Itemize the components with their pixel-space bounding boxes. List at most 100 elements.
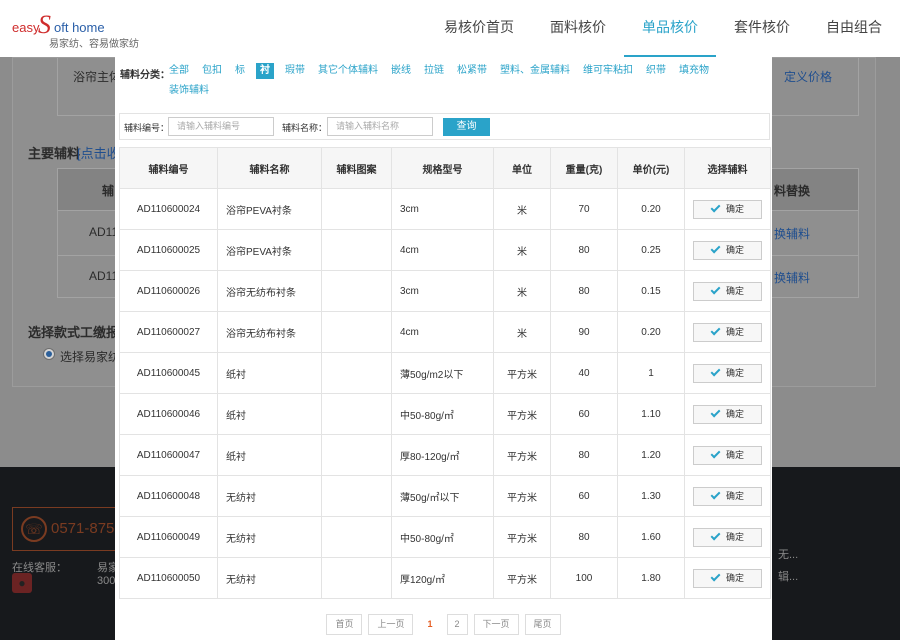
search-button[interactable]: 查询 — [443, 118, 490, 136]
cell-select: 确定 — [684, 270, 771, 312]
category-zipper[interactable]: 拉链 — [422, 63, 446, 79]
pagination: 首页 上一页 1 2 下一页 尾页 — [115, 614, 772, 636]
col-header-name: 辅料名称 — [217, 147, 322, 189]
accessory-select-modal: 辅料分类： 全部 包扣 标 衬 瑕带 其它个体辅料 嵌线 拉链 松紧带 塑料、金… — [115, 57, 772, 640]
cell-price: 0.20 — [617, 188, 685, 230]
confirm-button[interactable]: 确定 — [693, 486, 762, 506]
bg-row1-code: AD11 — [89, 225, 119, 239]
cell-pattern — [321, 557, 392, 599]
cell-price: 1.10 — [617, 393, 685, 435]
confirm-button[interactable]: 确定 — [693, 527, 762, 547]
category-webbing[interactable]: 织带 — [644, 63, 668, 79]
nav-free-combo[interactable]: 自由组合 — [808, 0, 900, 57]
bg-replace-link-1: 换辅料 — [774, 227, 811, 241]
pager-prev[interactable]: 上一页 — [368, 614, 414, 635]
bg-col-replace: 料替换 — [774, 184, 811, 198]
cell-weight: 80 — [550, 229, 618, 271]
cell-select: 确定 — [684, 229, 771, 271]
confirm-button[interactable]: 确定 — [693, 199, 762, 219]
col-header-weight: 重量(克) — [550, 147, 618, 189]
category-velcro[interactable]: 维可牢粘扣 — [581, 63, 635, 79]
confirm-button[interactable]: 确定 — [693, 568, 762, 588]
nav-fabric-pricing[interactable]: 面料核价 — [532, 0, 624, 57]
table-body: AD110600024 浴帘PEVA衬条 3cm 米 70 0.20 确定 AD1106000… — [119, 188, 771, 599]
category-band[interactable]: 瑕带 — [283, 63, 307, 79]
col-header-select: 选择辅料 — [684, 147, 771, 189]
cell-pattern — [321, 188, 392, 230]
confirm-label: 确定 — [725, 449, 744, 460]
table-row: AD110600027 浴帘无纺布衬条 4cm 米 90 0.20 确定 — [119, 311, 771, 353]
category-decoration[interactable]: 装饰辅料 — [167, 83, 211, 99]
cell-name: 纸衬 — [217, 393, 322, 435]
category-plastic-metal[interactable]: 塑料、金属辅料 — [498, 63, 572, 79]
cell-select: 确定 — [684, 434, 771, 476]
confirm-button[interactable]: 确定 — [693, 445, 762, 465]
cell-pattern — [321, 516, 392, 558]
cell-pattern — [321, 352, 392, 394]
cell-select: 确定 — [684, 188, 771, 230]
site-logo[interactable]: easy S oft home 易家纺、容易做家纺 — [12, 10, 142, 50]
hotline-box: ☏ 0571-875 — [12, 507, 132, 551]
cell-name: 浴帘PEVA衬条 — [217, 188, 322, 230]
table-row: AD110600048 无纺衬 薄50g/㎡以下 平方米 60 1.30 确定 — [119, 475, 771, 517]
bg-custom-price-link: 定义价格 — [784, 70, 833, 84]
table-row: AD110600045 纸衬 薄50g/m2以下 平方米 40 1 确定 — [119, 352, 771, 394]
name-search-label: 辅料名称： — [282, 123, 328, 133]
cell-name: 纸衬 — [217, 434, 322, 476]
confirm-button[interactable]: 确定 — [693, 281, 762, 301]
cell-unit: 平方米 — [493, 434, 551, 476]
category-lining[interactable]: 衬 — [256, 63, 274, 79]
table-row: AD110600049 无纺衬 中50-80g/㎡ 平方米 80 1.60 确定 — [119, 516, 771, 558]
cell-select: 确定 — [684, 352, 771, 394]
confirm-button[interactable]: 确定 — [693, 240, 762, 260]
main-nav: 易核价首页 面料核价 单品核价 套件核价 自由组合 — [426, 0, 900, 57]
code-search-input[interactable]: 请输入辅料编号 — [168, 117, 274, 136]
cell-pattern — [321, 434, 392, 476]
pager-last[interactable]: 尾页 — [524, 614, 561, 635]
cell-pattern — [321, 393, 392, 435]
cell-code: AD110600027 — [119, 311, 218, 353]
category-piping[interactable]: 嵌线 — [389, 63, 413, 79]
logo-oft-text: oft home — [54, 20, 105, 35]
confirm-button[interactable]: 确定 — [693, 404, 762, 424]
category-all[interactable]: 全部 — [167, 63, 191, 79]
confirm-button[interactable]: 确定 — [693, 363, 762, 383]
name-search-input[interactable]: 请输入辅料名称 — [327, 117, 433, 136]
nav-home[interactable]: 易核价首页 — [426, 0, 532, 57]
cell-spec: 3cm — [391, 188, 494, 230]
cell-code: AD110600046 — [119, 393, 218, 435]
category-filling[interactable]: 填充物 — [677, 63, 711, 79]
pager-first[interactable]: 首页 — [326, 614, 363, 635]
logo-easy-text: easy — [12, 20, 40, 35]
confirm-label: 确定 — [725, 572, 744, 583]
cell-unit: 米 — [493, 311, 551, 353]
cell-code: AD110600050 — [119, 557, 218, 599]
confirm-button[interactable]: 确定 — [693, 322, 762, 342]
cell-spec: 厚80-120g/㎡ — [391, 434, 494, 476]
col-header-code: 辅料编号 — [119, 147, 218, 189]
cell-name: 纸衬 — [217, 352, 322, 394]
pager-page-2[interactable]: 2 — [446, 614, 468, 635]
cell-price: 1.20 — [617, 434, 685, 476]
nav-single-pricing[interactable]: 单品核价 — [624, 0, 716, 57]
cell-name: 无纺衬 — [217, 557, 322, 599]
check-icon — [710, 243, 721, 253]
category-buckle[interactable]: 包扣 — [200, 63, 224, 79]
bg-col-accessory: 辅 — [102, 184, 115, 198]
nav-set-pricing[interactable]: 套件核价 — [716, 0, 808, 57]
table-row: AD110600046 纸衬 中50-80g/㎡ 平方米 60 1.10 确定 — [119, 393, 771, 435]
pager-page-1[interactable]: 1 — [419, 614, 441, 635]
category-label-tag[interactable]: 标 — [233, 63, 247, 79]
cell-code: AD110600047 — [119, 434, 218, 476]
confirm-label: 确定 — [725, 531, 744, 542]
check-icon — [710, 325, 721, 335]
category-elastic[interactable]: 松紧带 — [455, 63, 489, 79]
cell-code: AD110600049 — [119, 516, 218, 558]
pager-next[interactable]: 下一页 — [473, 614, 519, 635]
cell-price: 1.60 — [617, 516, 685, 558]
cell-unit: 米 — [493, 270, 551, 312]
category-other[interactable]: 其它个体辅料 — [316, 63, 380, 79]
cell-name: 无纺衬 — [217, 475, 322, 517]
confirm-label: 确定 — [725, 326, 744, 337]
cell-unit: 米 — [493, 188, 551, 230]
